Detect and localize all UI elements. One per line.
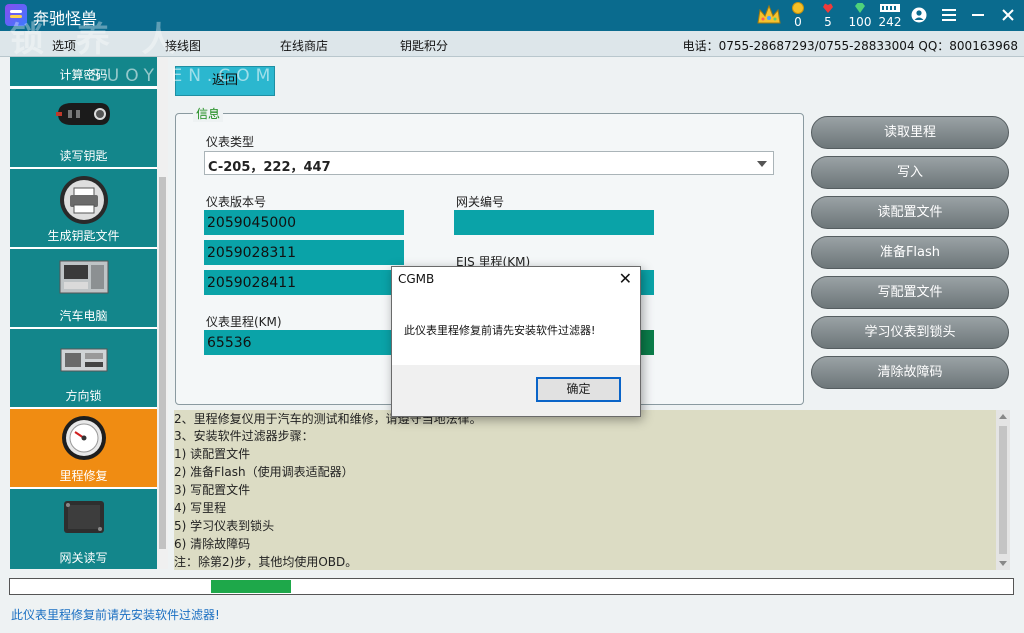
learn-meter-to-lock-button[interactable]: 学习仪表到锁头 bbox=[811, 316, 1009, 349]
steering-lock-module-icon bbox=[60, 348, 107, 372]
gateway-field[interactable] bbox=[454, 210, 654, 235]
sidebar-scrollbar-thumb[interactable] bbox=[159, 177, 166, 549]
note-line: 2) 准备Flash（使用调表适配器） bbox=[174, 465, 354, 479]
printer-icon bbox=[59, 176, 108, 224]
note-line: 3) 写配置文件 bbox=[174, 483, 251, 497]
mileage-label: 仪表里程(KM) bbox=[206, 315, 282, 329]
ecu-module-icon bbox=[59, 260, 108, 294]
progress-bar bbox=[9, 578, 1014, 595]
crown-icon[interactable] bbox=[756, 3, 782, 27]
heart-count: 5 bbox=[824, 15, 832, 29]
note-line: 5) 学习仪表到锁头 bbox=[174, 519, 275, 533]
diamond-stat: 100 bbox=[845, 2, 875, 29]
note-line: 6) 清除故障码 bbox=[174, 537, 251, 551]
sidebar-item-label: 汽车电脑 bbox=[59, 309, 108, 323]
contact-info: 电话：0755-28687293/0755-28833004 QQ：800163… bbox=[682, 39, 1018, 53]
card-chip-icon bbox=[880, 4, 900, 12]
dialog-footer: 确定 bbox=[392, 365, 640, 416]
note-line: 3、安装软件过滤器步骤： bbox=[174, 429, 314, 443]
sidebar-item-label: 网关读写 bbox=[59, 551, 108, 565]
sidebar-item-mileage-repair[interactable]: 里程修复 bbox=[10, 409, 157, 487]
back-button[interactable]: 返回 bbox=[175, 66, 275, 96]
write-config-file-button[interactable]: 写配置文件 bbox=[811, 276, 1009, 309]
version-field-3[interactable]: 2059028411 bbox=[204, 270, 404, 295]
info-group-title: 信息 bbox=[193, 105, 224, 122]
sidebar-item-steering-lock[interactable]: 方向锁 bbox=[10, 329, 157, 407]
meter-type-value: C-205，222，447 bbox=[208, 160, 331, 175]
title-bar: 奔驰怪兽 0 5 100 242 bbox=[0, 0, 1024, 31]
sidebar-item-gateway-read-write[interactable]: 网关读写 bbox=[10, 489, 157, 569]
read-config-file-button[interactable]: 读配置文件 bbox=[811, 196, 1009, 229]
card-stat: 242 bbox=[875, 2, 905, 29]
coin-count: 0 bbox=[794, 15, 802, 29]
app-title: 奔驰怪兽 bbox=[33, 9, 98, 28]
sidebar: 计算密码 读写钥匙 生成钥匙文件 汽车电脑 方向锁 里程修复 网关读写 bbox=[10, 57, 168, 569]
dialog-message: 此仪表里程修复前请先安装软件过滤器! bbox=[404, 324, 596, 337]
sidebar-item-read-write-key[interactable]: 读写钥匙 bbox=[10, 89, 157, 167]
heart-stat: 5 bbox=[813, 2, 843, 29]
red-heart-gem-icon bbox=[823, 3, 833, 13]
instructions-scrollbar[interactable] bbox=[996, 410, 1010, 570]
menu-online-store[interactable]: 在线商店 bbox=[280, 37, 328, 54]
scroll-down-icon[interactable] bbox=[999, 561, 1007, 566]
version-label: 仪表版本号 bbox=[206, 195, 267, 209]
status-message: 此仪表里程修复前请先安装软件过滤器! bbox=[11, 608, 220, 622]
note-line: 1) 读配置文件 bbox=[174, 447, 251, 461]
minimize-icon[interactable] bbox=[972, 14, 984, 16]
progress-fill bbox=[211, 580, 291, 593]
menu-key-points[interactable]: 钥匙积分 bbox=[400, 37, 448, 54]
note-line: 注：除第2)步，其他均使用OBD。 bbox=[174, 555, 358, 569]
diamond-count: 100 bbox=[848, 15, 872, 29]
write-button[interactable]: 写入 bbox=[811, 156, 1009, 189]
menu-icon[interactable] bbox=[942, 9, 956, 21]
app-logo-icon bbox=[5, 4, 27, 26]
diamond-icon bbox=[855, 3, 865, 13]
sidebar-item-car-ecu[interactable]: 汽车电脑 bbox=[10, 249, 157, 327]
sidebar-item-label: 里程修复 bbox=[59, 469, 108, 483]
car-key-icon bbox=[55, 103, 110, 125]
instructions-scrollbar-thumb[interactable] bbox=[999, 426, 1007, 554]
version-field-1[interactable]: 2059045000 bbox=[204, 210, 404, 235]
meter-type-label: 仪表类型 bbox=[206, 135, 255, 149]
instructions-panel[interactable]: 2、里程修复仪用于汽车的测试和维修，请遵守当地法律。 3、安装软件过滤器步骤： … bbox=[174, 410, 1010, 570]
close-icon[interactable] bbox=[1002, 9, 1014, 21]
gold-coin-icon bbox=[792, 2, 804, 14]
menu-wiring-diagram[interactable]: 接线图 bbox=[165, 37, 201, 54]
sidebar-item-generate-key-file[interactable]: 生成钥匙文件 bbox=[10, 169, 157, 247]
gateway-module-icon bbox=[63, 501, 104, 533]
version-field-2[interactable]: 2059028311 bbox=[204, 240, 404, 265]
sidebar-item-label: 生成钥匙文件 bbox=[47, 229, 120, 243]
sidebar-item-label: 读写钥匙 bbox=[59, 149, 108, 163]
scroll-up-icon[interactable] bbox=[999, 414, 1007, 419]
sidebar-item-calculate-password[interactable]: 计算密码 bbox=[10, 57, 157, 86]
sidebar-item-label: 方向锁 bbox=[65, 389, 102, 403]
mileage-field[interactable]: 65536 bbox=[204, 330, 404, 355]
meter-type-select[interactable]: C-205，222，447 bbox=[204, 151, 774, 175]
read-mileage-button[interactable]: 读取里程 bbox=[811, 116, 1009, 149]
chevron-down-icon bbox=[757, 161, 767, 167]
clear-fault-codes-button[interactable]: 清除故障码 bbox=[811, 356, 1009, 389]
user-account-icon[interactable] bbox=[911, 7, 927, 23]
message-dialog: CGMB ✕ 此仪表里程修复前请先安装软件过滤器! 确定 bbox=[391, 266, 641, 417]
close-icon[interactable]: ✕ bbox=[619, 269, 632, 288]
gateway-label: 网关编号 bbox=[456, 195, 505, 209]
speedometer-icon bbox=[61, 416, 106, 460]
menu-options[interactable]: 选项 bbox=[52, 37, 76, 54]
prepare-flash-button[interactable]: 准备Flash bbox=[811, 236, 1009, 269]
card-count: 242 bbox=[878, 15, 902, 29]
sidebar-item-label: 计算密码 bbox=[59, 68, 108, 82]
menu-bar: 选项 接线图 在线商店 钥匙积分 电话：0755-28687293/0755-2… bbox=[0, 31, 1024, 57]
dialog-title: CGMB bbox=[398, 272, 435, 286]
note-line: 4) 写里程 bbox=[174, 501, 227, 515]
ok-button[interactable]: 确定 bbox=[536, 377, 621, 402]
coin-stat: 0 bbox=[783, 2, 813, 29]
